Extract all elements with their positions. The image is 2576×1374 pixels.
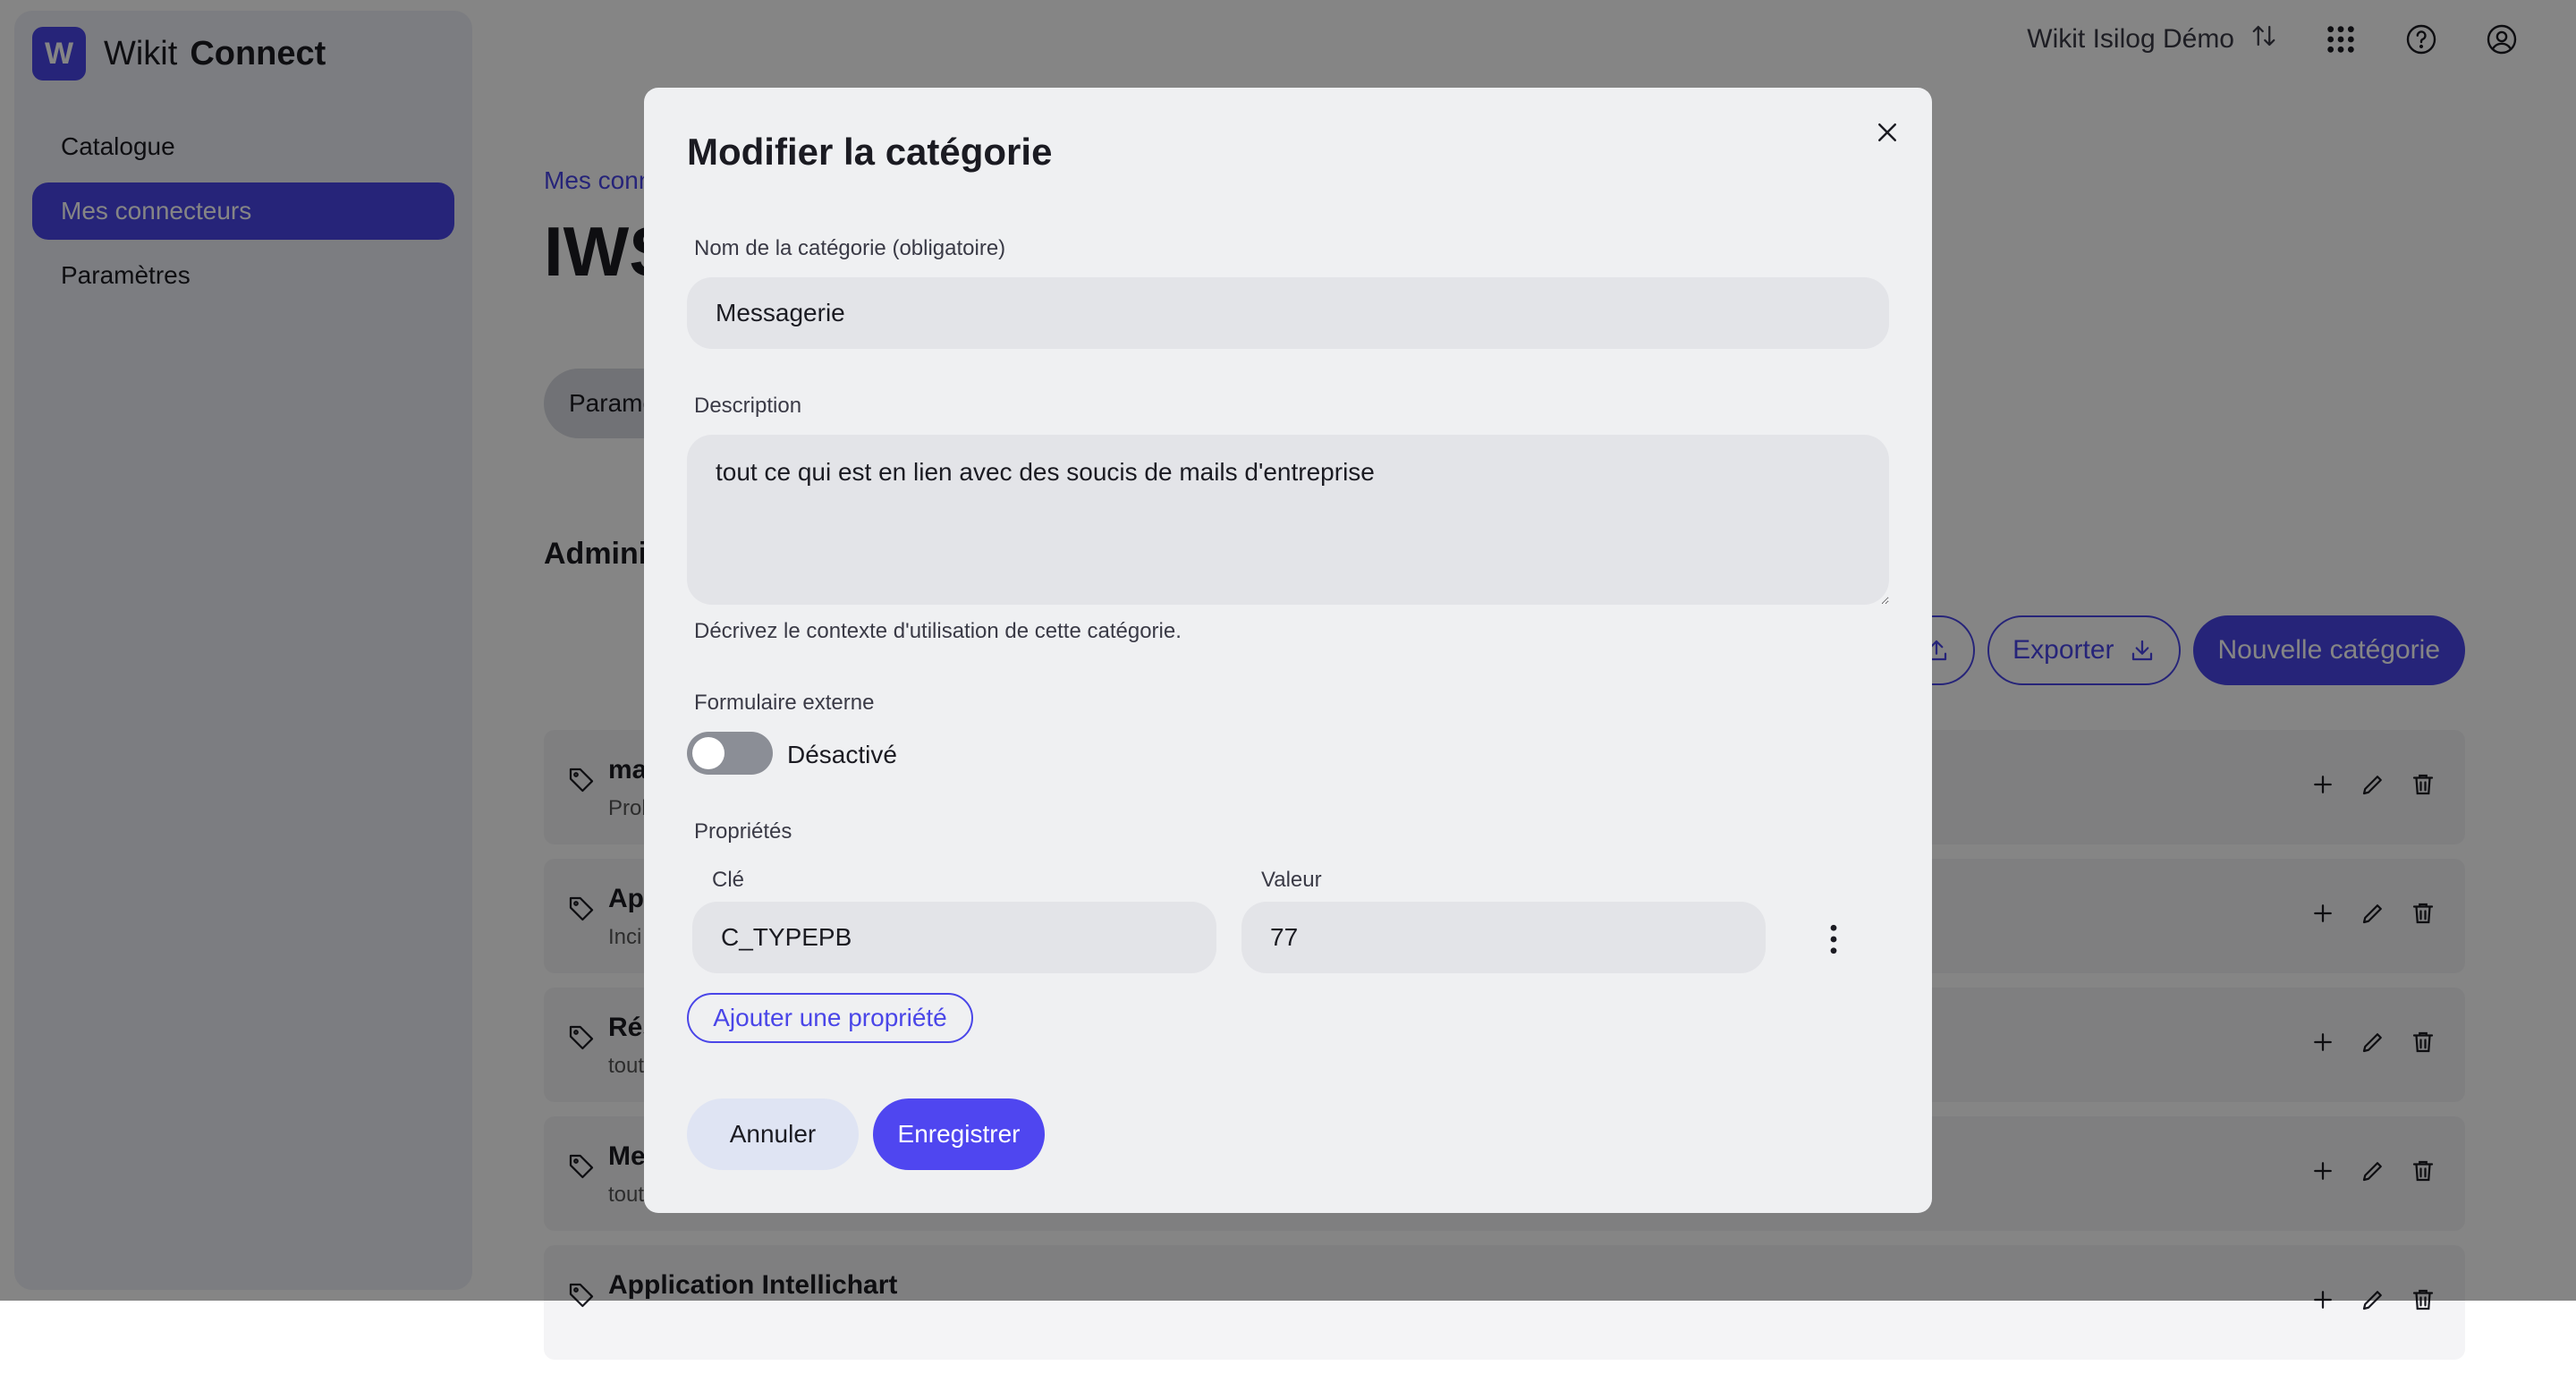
- external-form-label: Formulaire externe: [694, 691, 875, 715]
- external-form-state: Désactivé: [787, 741, 897, 768]
- property-menu-button[interactable]: [1816, 921, 1852, 957]
- property-key-input[interactable]: [692, 902, 1216, 973]
- category-name-input[interactable]: [687, 277, 1889, 349]
- save-button[interactable]: Enregistrer: [873, 1098, 1045, 1170]
- edit-category-dialog: Modifier la catégorie Nom de la catégori…: [644, 88, 1932, 1213]
- cancel-button[interactable]: Annuler: [687, 1098, 859, 1170]
- value-label: Valeur: [1261, 868, 1322, 892]
- toggle-knob: [692, 737, 724, 769]
- properties-label: Propriétés: [694, 819, 792, 844]
- close-button[interactable]: [1869, 114, 1905, 150]
- add-property-button[interactable]: Ajouter une propriété: [687, 993, 973, 1043]
- category-name-label: Nom de la catégorie (obligatoire): [694, 236, 1006, 260]
- more-vertical-icon: [1830, 924, 1837, 954]
- description-textarea[interactable]: tout ce qui est en lien avec des soucis …: [687, 435, 1889, 605]
- property-value-input[interactable]: [1241, 902, 1766, 973]
- key-label: Clé: [712, 868, 745, 892]
- dialog-title: Modifier la catégorie: [687, 131, 1053, 173]
- description-hint: Décrivez le contexte d'utilisation de ce…: [694, 619, 1182, 643]
- close-icon: [1878, 123, 1896, 141]
- external-form-toggle[interactable]: [687, 732, 773, 775]
- description-label: Description: [694, 394, 802, 418]
